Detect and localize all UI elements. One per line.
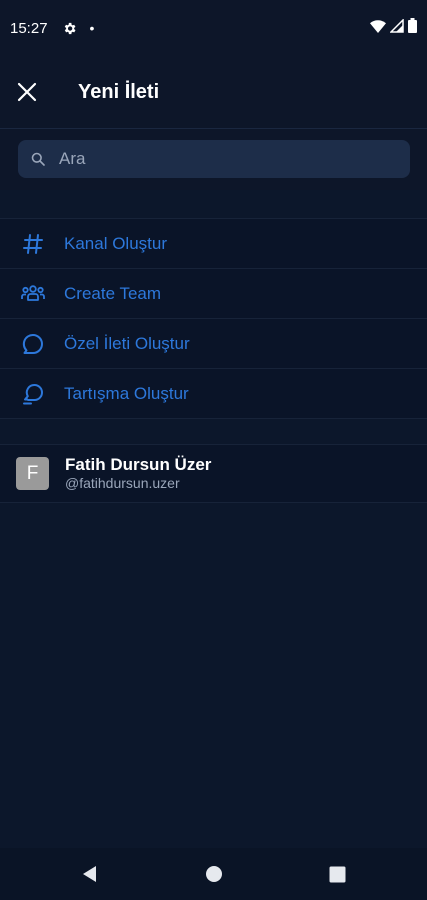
status-time: 15:27 [10, 19, 48, 37]
avatar: F [16, 457, 49, 490]
user-handle: @fatihdursun.uzer [65, 475, 180, 491]
recents-icon[interactable] [327, 864, 347, 884]
actions-list: Kanal Oluştur Create Team Özel İleti Olu… [0, 218, 427, 419]
close-icon[interactable] [13, 78, 41, 106]
battery-icon [408, 18, 417, 38]
gear-icon [62, 21, 77, 36]
discussion-icon [20, 381, 46, 407]
home-icon[interactable] [204, 864, 224, 884]
signal-icon [389, 17, 404, 38]
chat-bubble-icon [20, 331, 46, 357]
action-label: Özel İleti Oluştur [64, 333, 190, 353]
user-name: Fatih Dursun Üzer [65, 455, 212, 474]
status-bar: 15:27 • [0, 0, 427, 56]
action-label: Tartışma Oluştur [64, 383, 189, 403]
page-title: Yeni İleti [78, 80, 160, 103]
action-create-team[interactable]: Create Team [0, 268, 427, 318]
action-create-discussion[interactable]: Tartışma Oluştur [0, 368, 427, 419]
list-item-user[interactable]: F Fatih Dursun Üzer @fatihdursun.uzer [0, 444, 427, 503]
app-bar: Yeni İleti [0, 56, 427, 129]
action-create-direct-message[interactable]: Özel İleti Oluştur [0, 318, 427, 368]
team-icon [20, 281, 46, 307]
search-input[interactable] [57, 148, 381, 170]
section-spacer [0, 190, 427, 218]
user-text: Fatih Dursun Üzer @fatihdursun.uzer [65, 455, 211, 492]
action-label: Kanal Oluştur [64, 233, 167, 253]
hashtag-icon [20, 231, 46, 257]
system-nav-bar [0, 848, 427, 900]
action-create-channel[interactable]: Kanal Oluştur [0, 218, 427, 268]
wifi-icon [370, 19, 386, 38]
back-icon[interactable] [80, 864, 100, 884]
search-box[interactable] [18, 140, 410, 178]
action-label: Create Team [64, 283, 162, 303]
notification-dot-icon: • [89, 20, 95, 36]
search-section [0, 129, 427, 190]
search-icon [31, 152, 45, 166]
